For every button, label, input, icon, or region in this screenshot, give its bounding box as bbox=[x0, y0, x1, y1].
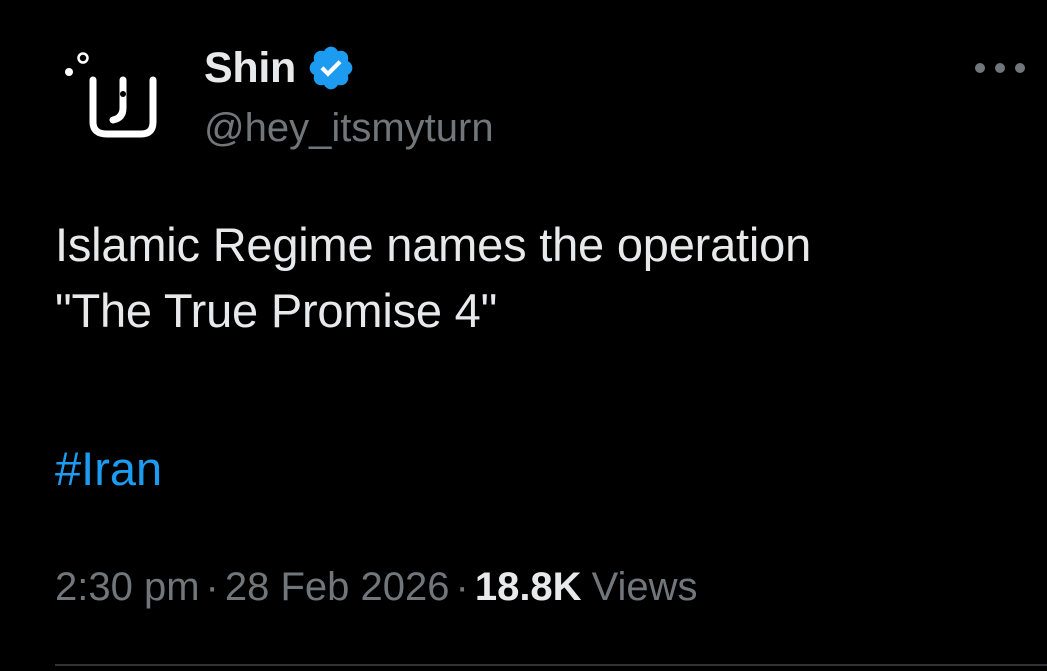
author-name-row: Shin bbox=[204, 40, 356, 96]
views-label: Views bbox=[591, 565, 698, 609]
more-options-button[interactable] bbox=[975, 55, 1025, 81]
more-options-icon bbox=[975, 63, 985, 73]
verified-badge-icon[interactable] bbox=[306, 43, 356, 93]
avatar[interactable] bbox=[55, 38, 175, 158]
tweet-meta: 2:30 pm · 28 Feb 2026 · 18.8K Views bbox=[55, 557, 698, 617]
tweet-card[interactable]: Shin @hey_itsmyturn Islamic Regime names… bbox=[0, 0, 1047, 671]
tweet-text-line: Islamic Regime names the operation bbox=[55, 218, 812, 271]
author-handle[interactable]: @hey_itsmyturn bbox=[204, 106, 494, 151]
tweet-text: Islamic Regime names the operation "The … bbox=[55, 212, 1015, 344]
more-options-dot bbox=[995, 63, 1005, 73]
author-display-name[interactable]: Shin bbox=[204, 44, 296, 93]
tweet-date[interactable]: 28 Feb 2026 bbox=[225, 565, 450, 609]
tweet-text-line: "The True Promise 4" bbox=[55, 284, 498, 337]
hashtag-link[interactable]: #Iran bbox=[55, 436, 162, 502]
avatar-shin-letter-icon bbox=[55, 38, 175, 158]
divider bbox=[55, 664, 1047, 666]
meta-separator: · bbox=[205, 565, 219, 609]
views-count: 18.8K bbox=[474, 565, 582, 609]
more-options-dot bbox=[1015, 63, 1025, 73]
meta-separator: · bbox=[455, 565, 469, 609]
tweet-time[interactable]: 2:30 pm bbox=[55, 565, 200, 609]
